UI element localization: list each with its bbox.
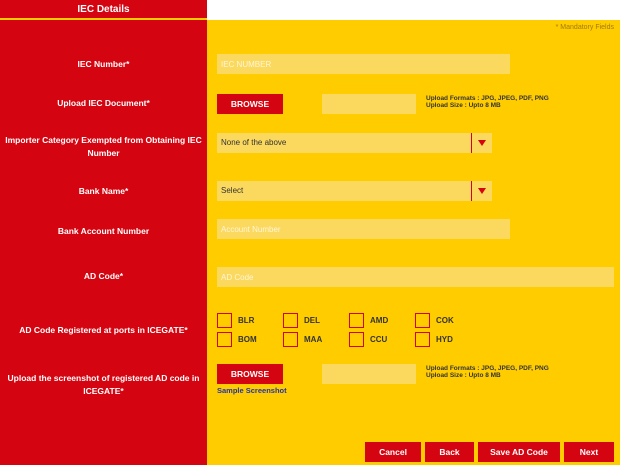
- mandatory-fields-note: * Mandatory Fields: [555, 24, 614, 31]
- browse-screenshot-button[interactable]: BROWSE: [217, 364, 283, 384]
- importer-category-label: Importer Category Exempted from Obtainin…: [5, 135, 202, 158]
- checkbox-box[interactable]: [415, 313, 430, 328]
- screenshot-label: Upload the screenshot of registered AD c…: [7, 373, 200, 396]
- ad-code-label: AD Code*: [83, 271, 124, 281]
- checkbox-box[interactable]: [217, 332, 232, 347]
- port-label: BLR: [238, 316, 255, 325]
- port-label: DEL: [304, 316, 320, 325]
- checkbox-box[interactable]: [283, 313, 298, 328]
- bank-name-dropdown[interactable]: [471, 181, 492, 201]
- checkbox-box[interactable]: [349, 332, 364, 347]
- screenshot-upload-size: Upload Size : Upto 8 MB: [426, 372, 501, 379]
- port-label: CCU: [370, 335, 388, 344]
- upload-iec-label: Upload IEC Document*: [57, 98, 150, 108]
- ad-ports-label: AD Code Registered at ports in ICEGATE*: [19, 325, 188, 335]
- bank-account-label: Bank Account Number: [57, 226, 150, 236]
- port-checkbox-maa[interactable]: MAA: [283, 332, 322, 347]
- port-checkbox-del[interactable]: DEL: [283, 313, 320, 328]
- port-checkbox-bom[interactable]: BOM: [217, 332, 257, 347]
- importer-category-value: None of the above: [221, 138, 287, 147]
- screenshot-file-field[interactable]: [322, 364, 416, 384]
- next-button[interactable]: Next: [564, 442, 614, 462]
- chevron-down-icon: [478, 140, 486, 146]
- checkbox-box[interactable]: [415, 332, 430, 347]
- tab-iec-details[interactable]: IEC Details: [0, 0, 207, 20]
- screenshot-upload-formats: Upload Formats : JPG, JPEG, PDF, PNG: [426, 365, 549, 372]
- port-checkbox-blr[interactable]: BLR: [217, 313, 254, 328]
- port-label: HYD: [436, 335, 453, 344]
- port-label: BOM: [238, 335, 257, 344]
- bank-name-label: Bank Name*: [78, 186, 129, 196]
- checkbox-box[interactable]: [217, 313, 232, 328]
- cancel-button[interactable]: Cancel: [365, 442, 421, 462]
- port-label: COK: [436, 316, 454, 325]
- port-checkbox-ccu[interactable]: CCU: [349, 332, 387, 347]
- iec-number-input[interactable]: [217, 54, 510, 74]
- port-label: AMD: [370, 316, 389, 325]
- checkbox-box[interactable]: [349, 313, 364, 328]
- iec-upload-note: Upload Formats : JPG, JPEG, PDF, PNG Upl…: [426, 95, 549, 109]
- port-checkbox-cok[interactable]: COK: [415, 313, 454, 328]
- iec-upload-size: Upload Size : Upto 8 MB: [426, 102, 501, 109]
- iec-file-field[interactable]: [322, 94, 416, 114]
- port-label: MAA: [304, 335, 323, 344]
- checkbox-box[interactable]: [283, 332, 298, 347]
- screenshot-upload-note: Upload Formats : JPG, JPEG, PDF, PNG Upl…: [426, 365, 549, 379]
- bank-name-value: Select: [221, 186, 244, 195]
- port-checkbox-amd[interactable]: AMD: [349, 313, 388, 328]
- back-button[interactable]: Back: [425, 442, 474, 462]
- form-panel: [207, 20, 620, 465]
- ad-code-input[interactable]: [217, 267, 614, 287]
- chevron-down-icon: [478, 188, 486, 194]
- save-ad-code-button[interactable]: Save AD Code: [478, 442, 560, 462]
- port-checkbox-hyd[interactable]: HYD: [415, 332, 453, 347]
- bank-account-input[interactable]: [217, 219, 510, 239]
- bank-name-select[interactable]: Select: [217, 181, 492, 201]
- iec-number-label: IEC Number*: [77, 59, 130, 69]
- importer-category-dropdown[interactable]: [471, 133, 492, 153]
- importer-category-select[interactable]: None of the above: [217, 133, 492, 153]
- iec-upload-formats: Upload Formats : JPG, JPEG, PDF, PNG: [426, 95, 549, 102]
- sample-screenshot-link[interactable]: Sample Screenshot: [217, 386, 287, 395]
- browse-iec-button[interactable]: BROWSE: [217, 94, 283, 114]
- label-panel: [0, 20, 207, 465]
